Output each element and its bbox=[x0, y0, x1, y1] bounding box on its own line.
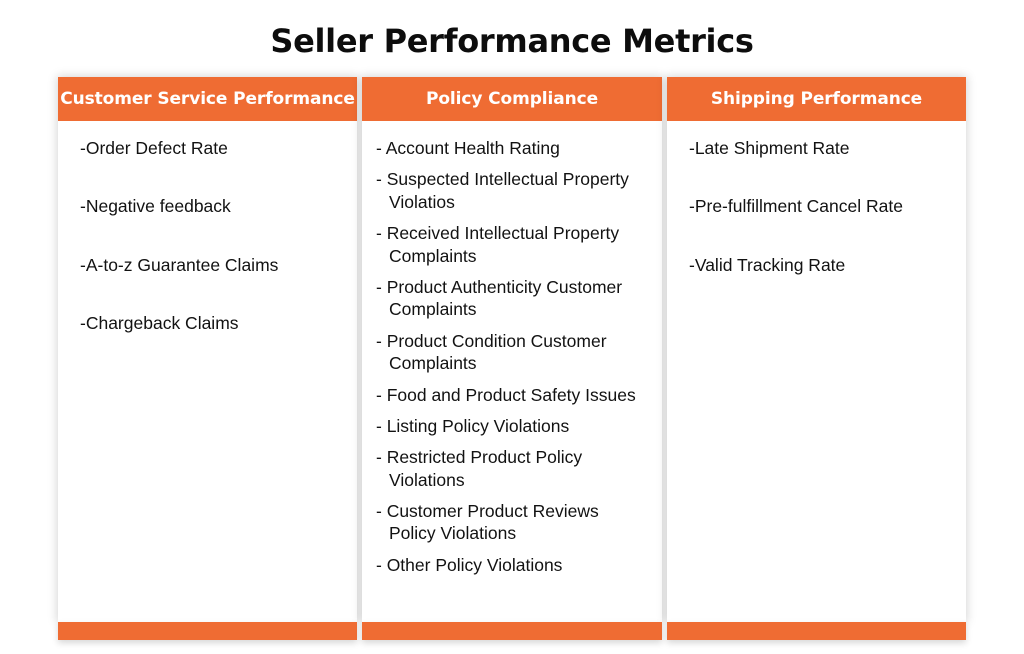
list-item: - Product Condition Customer Complaints bbox=[376, 330, 607, 374]
list-item: -Chargeback Claims bbox=[80, 313, 239, 334]
column-body-policy-compliance: - Account Health Rating - Suspected Inte… bbox=[362, 121, 662, 622]
list-item: - Other Policy Violations bbox=[376, 554, 563, 575]
metric-list-policy-compliance: - Account Health Rating - Suspected Inte… bbox=[376, 137, 648, 576]
column-header-policy-compliance: Policy Compliance bbox=[362, 77, 662, 121]
list-item: - Customer Product Reviews Policy Violat… bbox=[376, 501, 599, 544]
column-header-customer-service-performance: Customer Service Performance bbox=[58, 77, 357, 121]
list-item: -Negative feedback bbox=[80, 196, 231, 217]
column-shipping-performance: Shipping Performance -Late Shipment Rate… bbox=[667, 77, 966, 622]
list-item: -Late Shipment Rate bbox=[689, 138, 850, 158]
footer-accent-segment bbox=[362, 622, 662, 640]
list-item: - Received Intellectual Property Complai… bbox=[376, 223, 620, 266]
columns-container: Customer Service Performance -Order Defe… bbox=[58, 77, 966, 622]
column-body-shipping-performance: -Late Shipment Rate -Pre-fulfillment Can… bbox=[667, 121, 966, 622]
list-item: - Listing Policy Violations bbox=[376, 415, 570, 436]
footer-accent-segment bbox=[58, 622, 357, 640]
list-item: - Product Authenticity Customer Complain… bbox=[376, 276, 623, 320]
column-body-customer-service-performance: -Order Defect Rate -Negative feedback -A… bbox=[58, 121, 357, 622]
list-item: - Food and Product Safety Issues bbox=[376, 384, 636, 405]
list-item: -A-to-z Guarantee Claims bbox=[80, 254, 279, 275]
metric-list-shipping-performance: -Late Shipment Rate -Pre-fulfillment Can… bbox=[681, 137, 952, 276]
metrics-board: Customer Service Performance -Order Defe… bbox=[58, 77, 966, 640]
column-customer-service-performance: Customer Service Performance -Order Defe… bbox=[58, 77, 357, 622]
list-item: -Order Defect Rate bbox=[80, 138, 228, 158]
column-policy-compliance: Policy Compliance - Account Health Ratin… bbox=[362, 77, 662, 622]
metric-list-customer-service-performance: -Order Defect Rate -Negative feedback -A… bbox=[72, 137, 343, 335]
footer-accent-segment bbox=[667, 622, 966, 640]
list-item: - Account Health Rating bbox=[376, 138, 560, 158]
list-item: - Suspected Intellectual Property Violat… bbox=[376, 169, 629, 212]
list-item: - Restricted Product Policy Violations bbox=[376, 447, 583, 490]
page-title: Seller Performance Metrics bbox=[270, 22, 754, 60]
column-header-shipping-performance: Shipping Performance bbox=[667, 77, 966, 121]
list-item: -Pre-fulfillment Cancel Rate bbox=[689, 196, 903, 217]
list-item: -Valid Tracking Rate bbox=[689, 254, 846, 275]
footer-accent-bar bbox=[58, 622, 966, 640]
